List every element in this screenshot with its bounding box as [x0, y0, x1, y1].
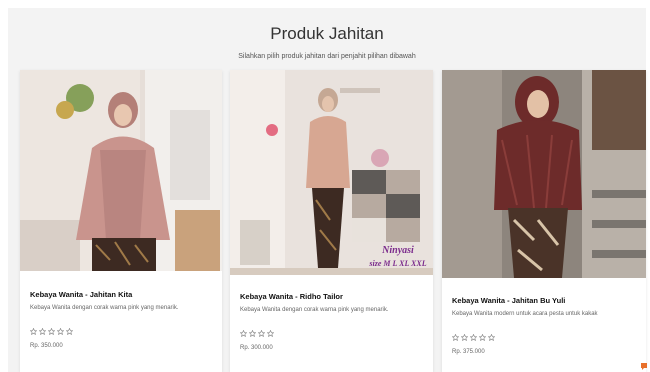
star-outline-icon	[66, 328, 73, 335]
photo-watermark: Ninyasi	[381, 245, 414, 256]
star-outline-icon	[57, 328, 64, 335]
product-card[interactable]: Ninyasi size M L XL XXL Kebaya Wanita - …	[230, 70, 433, 372]
product-photo[interactable]: Ninyasi size M L XL XXL	[230, 70, 433, 275]
section-title: Produk Jahitan	[270, 24, 384, 43]
star-outline-icon	[249, 330, 256, 337]
product-card[interactable]: Kebaya Wanita - Jahitan Bu Yuli Kebaya W…	[442, 70, 646, 372]
product-name[interactable]: Kebaya Wanita - Ridho Tailor	[240, 292, 423, 301]
star-outline-icon	[452, 334, 459, 341]
product-name[interactable]: Kebaya Wanita - Jahitan Bu Yuli	[452, 296, 636, 305]
product-description: Kebaya Wanita dengan corak warna pink ya…	[30, 305, 179, 311]
rating-stars	[240, 330, 423, 338]
photo-size-label: size M L XL XXL	[368, 259, 426, 268]
kebaya-pink-photo	[20, 70, 222, 271]
product-price: Rp. 300.000	[240, 345, 273, 351]
product-info: Kebaya Wanita - Ridho Tailor Kebaya Wani…	[230, 292, 433, 351]
star-outline-icon	[267, 330, 274, 337]
product-info: Kebaya Wanita - Jahitan Kita Kebaya Wani…	[20, 290, 222, 349]
product-photo[interactable]	[442, 70, 646, 278]
star-outline-icon	[479, 334, 486, 341]
star-outline-icon	[39, 328, 46, 335]
star-outline-icon	[488, 334, 495, 341]
product-name[interactable]: Kebaya Wanita - Jahitan Kita	[30, 290, 212, 299]
product-info: Kebaya Wanita - Jahitan Bu Yuli Kebaya W…	[442, 296, 646, 355]
star-outline-icon	[240, 330, 247, 337]
star-outline-icon	[461, 334, 468, 341]
product-description: Kebaya Wanita modern untuk acara pesta u…	[452, 311, 598, 317]
star-outline-icon	[48, 328, 55, 335]
chat-bubble-icon[interactable]	[640, 362, 648, 371]
product-price: Rp. 375.000	[452, 349, 485, 355]
star-outline-icon	[470, 334, 477, 341]
product-photo[interactable]	[20, 70, 222, 271]
product-card[interactable]: Kebaya Wanita - Jahitan Kita Kebaya Wani…	[20, 70, 222, 372]
products-section: Produk Jahitan Silahkan pilih produk jah…	[8, 8, 646, 372]
product-price: Rp. 350.000	[30, 343, 63, 349]
star-outline-icon	[258, 330, 265, 337]
product-description: Kebaya Wanita dengan corak warna pink ya…	[240, 307, 389, 313]
star-outline-icon	[30, 328, 37, 335]
rating-stars	[30, 328, 212, 336]
kebaya-maroon-photo	[442, 70, 646, 278]
rating-stars	[452, 334, 636, 342]
section-subtitle: Silahkan pilih produk jahitan dari penja…	[238, 53, 416, 60]
kebaya-peach-photo: Ninyasi size M L XL XXL	[230, 70, 433, 275]
